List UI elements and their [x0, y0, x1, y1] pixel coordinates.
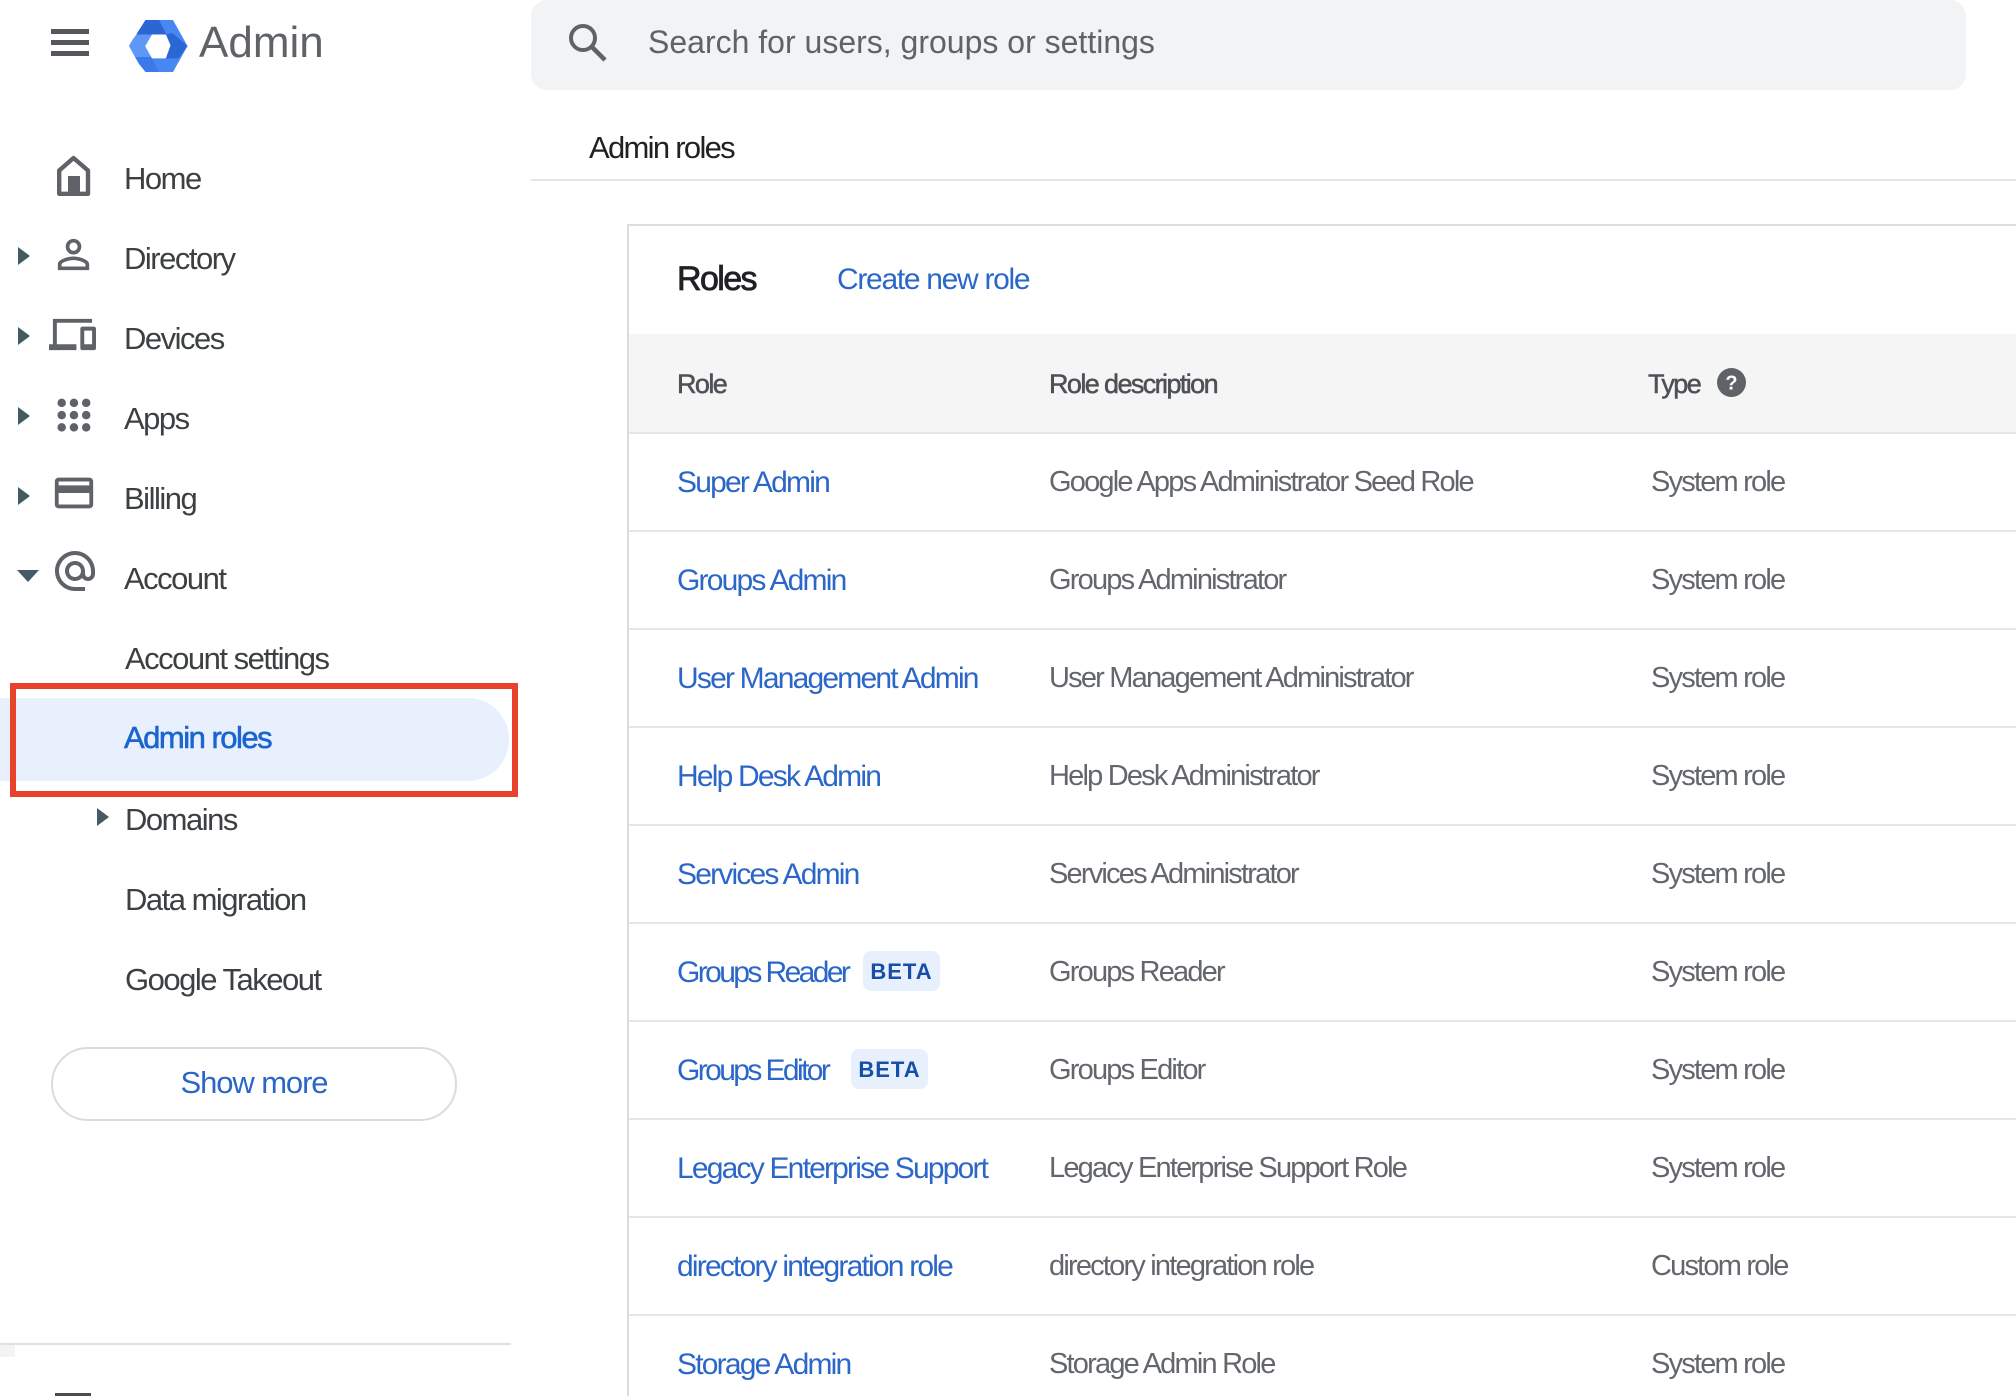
- svg-text:?: ?: [1725, 373, 1737, 395]
